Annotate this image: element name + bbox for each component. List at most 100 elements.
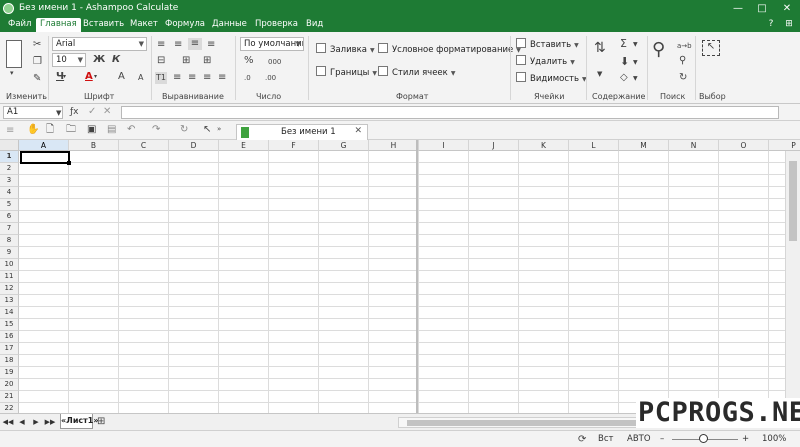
row-header[interactable]: 2 (0, 163, 19, 175)
cut-icon[interactable]: ✂ (33, 39, 41, 51)
search-icon[interactable]: ⚲ (652, 40, 665, 60)
row-header[interactable]: 7 (0, 223, 19, 235)
menu-formula[interactable]: Формула (161, 18, 209, 32)
new-document-icon[interactable]: 🗋 (46, 124, 54, 136)
row-header[interactable]: 20 (0, 379, 19, 391)
row-header[interactable]: 17 (0, 343, 19, 355)
wrap-text-icon[interactable]: ≡ (207, 39, 215, 51)
menu-view[interactable]: Вид (302, 18, 327, 32)
font-size-combo[interactable]: 10 ▼ (52, 53, 86, 67)
chevron-down-icon[interactable]: ▼ (597, 68, 602, 80)
menu-data[interactable]: Данные (208, 18, 251, 32)
vertical-scrollbar[interactable] (785, 151, 800, 413)
clear-icon[interactable]: ◇ (620, 72, 628, 84)
maximize-button[interactable]: □ (752, 1, 772, 16)
borders-grid-icon[interactable]: ⊞ (203, 55, 211, 67)
sheet-tab-1[interactable]: «Лист1» (60, 414, 99, 429)
paste-icon[interactable] (6, 40, 22, 68)
function-wizard-icon[interactable]: ƒx (70, 106, 79, 118)
chevron-down-icon[interactable]: ▼ (56, 107, 61, 119)
fill-button[interactable]: Заливка ▼ (316, 43, 375, 57)
cancel-icon[interactable]: ✕ (103, 106, 111, 118)
formula-input[interactable] (121, 106, 779, 119)
goto-icon[interactable]: ↻ (679, 72, 687, 84)
column-header[interactable]: J (469, 140, 519, 151)
merge-cells-icon[interactable]: ⊞ (182, 55, 190, 67)
redo-icon[interactable]: ↷ (152, 124, 160, 136)
shrink-font-button[interactable]: A (138, 72, 143, 84)
menu-home[interactable]: Главная (36, 18, 81, 32)
column-header[interactable]: P (769, 140, 800, 151)
thousands-button[interactable]: 000 (268, 56, 281, 68)
column-header[interactable]: N (669, 140, 719, 151)
visibility-button[interactable]: Видимость ▼ (516, 72, 587, 86)
align-center-icon[interactable]: ≡ (188, 72, 196, 84)
fill-down-icon[interactable]: ⬇ (620, 56, 629, 68)
row-header[interactable]: 9 (0, 247, 19, 259)
column-header[interactable]: I (419, 140, 469, 151)
indent-icon[interactable]: ⊟ (157, 55, 165, 67)
accept-icon[interactable]: ✓ (88, 106, 96, 118)
horizontal-scrollbar-thumb[interactable] (407, 420, 637, 426)
column-header[interactable]: K (519, 140, 569, 151)
format-painter-icon[interactable]: ✎ (33, 73, 41, 85)
menu-layout[interactable]: Макет (126, 18, 162, 32)
chevron-down-icon[interactable]: ▼ (633, 39, 638, 51)
active-cell-cursor[interactable] (20, 151, 71, 165)
more-icon[interactable]: » (217, 123, 221, 135)
column-header[interactable]: C (119, 140, 169, 151)
bold-button[interactable]: Ж (93, 54, 105, 66)
borders-button[interactable]: Границы ▼ (316, 66, 377, 80)
copy-icon[interactable]: ❐ (33, 56, 42, 68)
autosum-button[interactable]: Σ (620, 38, 627, 50)
menu-file[interactable]: Файл (4, 18, 35, 32)
close-tab-icon[interactable]: ✕ (354, 126, 362, 136)
first-sheet-button[interactable]: ◀◀ (2, 417, 14, 428)
zoom-level[interactable]: 100% (762, 434, 786, 444)
column-header[interactable]: B (69, 140, 119, 151)
row-header[interactable]: 14 (0, 307, 19, 319)
column-header[interactable]: G (319, 140, 369, 151)
prev-sheet-button[interactable]: ◀ (16, 417, 28, 428)
decimal-remove-button[interactable]: .00 (265, 72, 276, 84)
align-right-icon[interactable]: ≡ (203, 72, 211, 84)
menu-review[interactable]: Проверка (251, 18, 302, 32)
minimize-button[interactable]: — (728, 1, 748, 16)
font-color-button[interactable]: А (85, 71, 93, 83)
zoom-slider-knob[interactable] (699, 434, 708, 443)
print-preview-icon[interactable]: ▤ (107, 124, 116, 136)
row-header[interactable]: 12 (0, 283, 19, 295)
row-header[interactable]: 6 (0, 211, 19, 223)
row-header[interactable]: 4 (0, 187, 19, 199)
row-header[interactable]: 19 (0, 367, 19, 379)
justify-icon[interactable]: ≡ (218, 72, 226, 84)
align-bottom-icon[interactable]: ≡ (188, 38, 202, 50)
row-header[interactable]: 5 (0, 199, 19, 211)
column-header[interactable]: F (269, 140, 319, 151)
replace-button[interactable]: a→b (677, 40, 692, 52)
chevron-down-icon[interactable]: ▾ (94, 71, 97, 83)
row-header[interactable]: 1 (0, 151, 19, 163)
column-header[interactable]: A (19, 140, 69, 151)
conditional-format-button[interactable]: Условное форматирование ▼ (378, 43, 521, 57)
align-middle-icon[interactable]: ≡ (174, 39, 182, 51)
select-pointer-icon[interactable]: ↖ (203, 124, 211, 136)
grow-font-button[interactable]: A (118, 71, 125, 83)
name-box[interactable]: A1 (3, 106, 63, 119)
undo-icon[interactable]: ↶ (127, 124, 135, 136)
italic-button[interactable]: К (112, 54, 120, 66)
layout-toggle-icon[interactable]: ⊞ (782, 18, 796, 31)
last-sheet-button[interactable]: ▶▶ (44, 417, 56, 428)
select-all-corner[interactable] (0, 140, 19, 151)
insert-cells-button[interactable]: Вставить ▼ (516, 38, 579, 52)
save-icon[interactable]: ▣ (87, 124, 96, 136)
paste-dropdown-icon[interactable]: ▾ (10, 67, 14, 79)
chevron-down-icon[interactable]: ▾ (63, 71, 66, 83)
row-header[interactable]: 21 (0, 391, 19, 403)
open-folder-icon[interactable]: 🗀 (66, 124, 76, 136)
row-header[interactable]: 13 (0, 295, 19, 307)
number-format-combo[interactable]: По умолчанию ▼ (240, 37, 304, 51)
column-header[interactable]: L (569, 140, 619, 151)
zoom-out-button[interactable]: – (660, 434, 664, 444)
column-header[interactable]: E (219, 140, 269, 151)
